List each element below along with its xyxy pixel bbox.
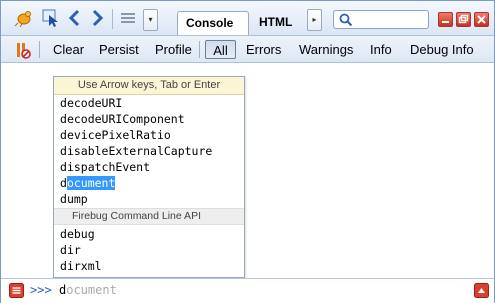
typed-prefix: d [60, 227, 67, 241]
autocomplete-item-selected[interactable]: document [54, 175, 244, 191]
completion-text: ump [66, 192, 88, 206]
command-prompt: >>> [30, 283, 52, 297]
completion-text: irxml [66, 259, 102, 273]
tab-html-label: HTML [259, 15, 293, 29]
completion-text: ecodeURIComponent [66, 112, 185, 126]
close-icon [477, 15, 486, 24]
typed-prefix: d [60, 243, 67, 257]
command-line[interactable]: >>> document [1, 278, 494, 303]
command-input[interactable]: document [59, 283, 117, 297]
completion-text: ispatchEvent [66, 160, 151, 174]
autocomplete-item[interactable]: dispatchEvent [54, 159, 244, 175]
autocomplete-item[interactable]: dirxml [54, 258, 244, 274]
filter-info[interactable]: Info [370, 40, 392, 59]
autocomplete-hint: Use Arrow keys, Tab or Enter [54, 77, 244, 95]
tab-console[interactable]: Console ▼ [177, 11, 249, 51]
completion-text: isableExternalCapture [66, 144, 213, 158]
typed-prefix: d [60, 144, 67, 158]
close-button[interactable] [474, 12, 489, 27]
typed-prefix: d [60, 192, 67, 206]
search-icon [339, 13, 353, 27]
persist-button[interactable]: Persist [99, 40, 139, 59]
autocomplete-api-list: debug dir dirxml [54, 226, 244, 274]
firebug-window: ▾ Console ▼ HTML ▸ [0, 0, 495, 303]
filter-warnings[interactable]: Warnings [299, 40, 353, 59]
typed-prefix: d [60, 176, 67, 190]
typed-prefix: d [60, 112, 67, 126]
forward-icon[interactable] [89, 8, 105, 28]
filter-debug-info[interactable]: Debug Info [410, 40, 474, 59]
firebug-icon[interactable] [14, 8, 34, 28]
tab-console-label: Console [186, 16, 234, 30]
profile-button[interactable]: Profile [155, 40, 192, 59]
autocomplete-item[interactable]: devicePixelRatio [54, 127, 244, 143]
autocomplete-item[interactable]: disableExternalCapture [54, 143, 244, 159]
detach-icon [458, 14, 469, 24]
autocomplete-item[interactable]: decodeURI [54, 95, 244, 111]
main-toolbar: ▾ Console ▼ HTML ▸ [1, 1, 494, 51]
completion-text: evicePixelRatio [66, 128, 171, 142]
typed-prefix: d [60, 96, 67, 110]
autocomplete-item[interactable]: decodeURIComponent [54, 111, 244, 127]
toolbar-divider [112, 9, 113, 29]
completion-text: ecodeURI [66, 96, 123, 110]
tab-html[interactable]: HTML [251, 11, 301, 35]
autocomplete-popup: Use Arrow keys, Tab or Enter decodeURI d… [53, 76, 245, 278]
expand-command-line-icon[interactable] [474, 283, 489, 298]
typed-prefix: d [60, 160, 67, 174]
filter-divider [39, 41, 40, 58]
command-completion-hint: ocument [66, 283, 117, 297]
typed-prefix: d [60, 128, 67, 142]
clear-button[interactable]: Clear [53, 40, 84, 59]
completion-text: ebug [66, 227, 95, 241]
scroll-right-icon[interactable]: ▸ [307, 9, 322, 31]
detach-button[interactable] [456, 12, 471, 27]
console-filter-bar: Clear Persist Profile All Errors Warning… [1, 36, 494, 63]
minimize-icon [442, 21, 449, 23]
autocomplete-item[interactable]: dir [54, 242, 244, 258]
completion-text: ir [66, 243, 81, 257]
autocomplete-item[interactable]: debug [54, 226, 244, 242]
filter-errors[interactable]: Errors [246, 40, 281, 59]
autocomplete-group-header: Firebug Command Line API [54, 208, 244, 225]
error-list-icon[interactable] [9, 283, 24, 298]
filter-all[interactable]: All [205, 40, 236, 59]
dropdown-icon[interactable]: ▾ [143, 9, 158, 31]
filter-divider [199, 41, 200, 58]
break-on-errors-icon[interactable] [15, 41, 31, 59]
inspect-icon[interactable] [41, 8, 61, 28]
menu-icon[interactable] [118, 8, 138, 28]
back-icon[interactable] [67, 8, 83, 28]
autocomplete-list: decodeURI decodeURIComponent devicePixel… [54, 95, 244, 207]
autocomplete-item[interactable]: dump [54, 191, 244, 207]
completion-text: ocument [66, 176, 116, 190]
search-input[interactable] [333, 10, 429, 29]
minimize-button[interactable] [438, 12, 453, 27]
typed-prefix: d [60, 259, 67, 273]
